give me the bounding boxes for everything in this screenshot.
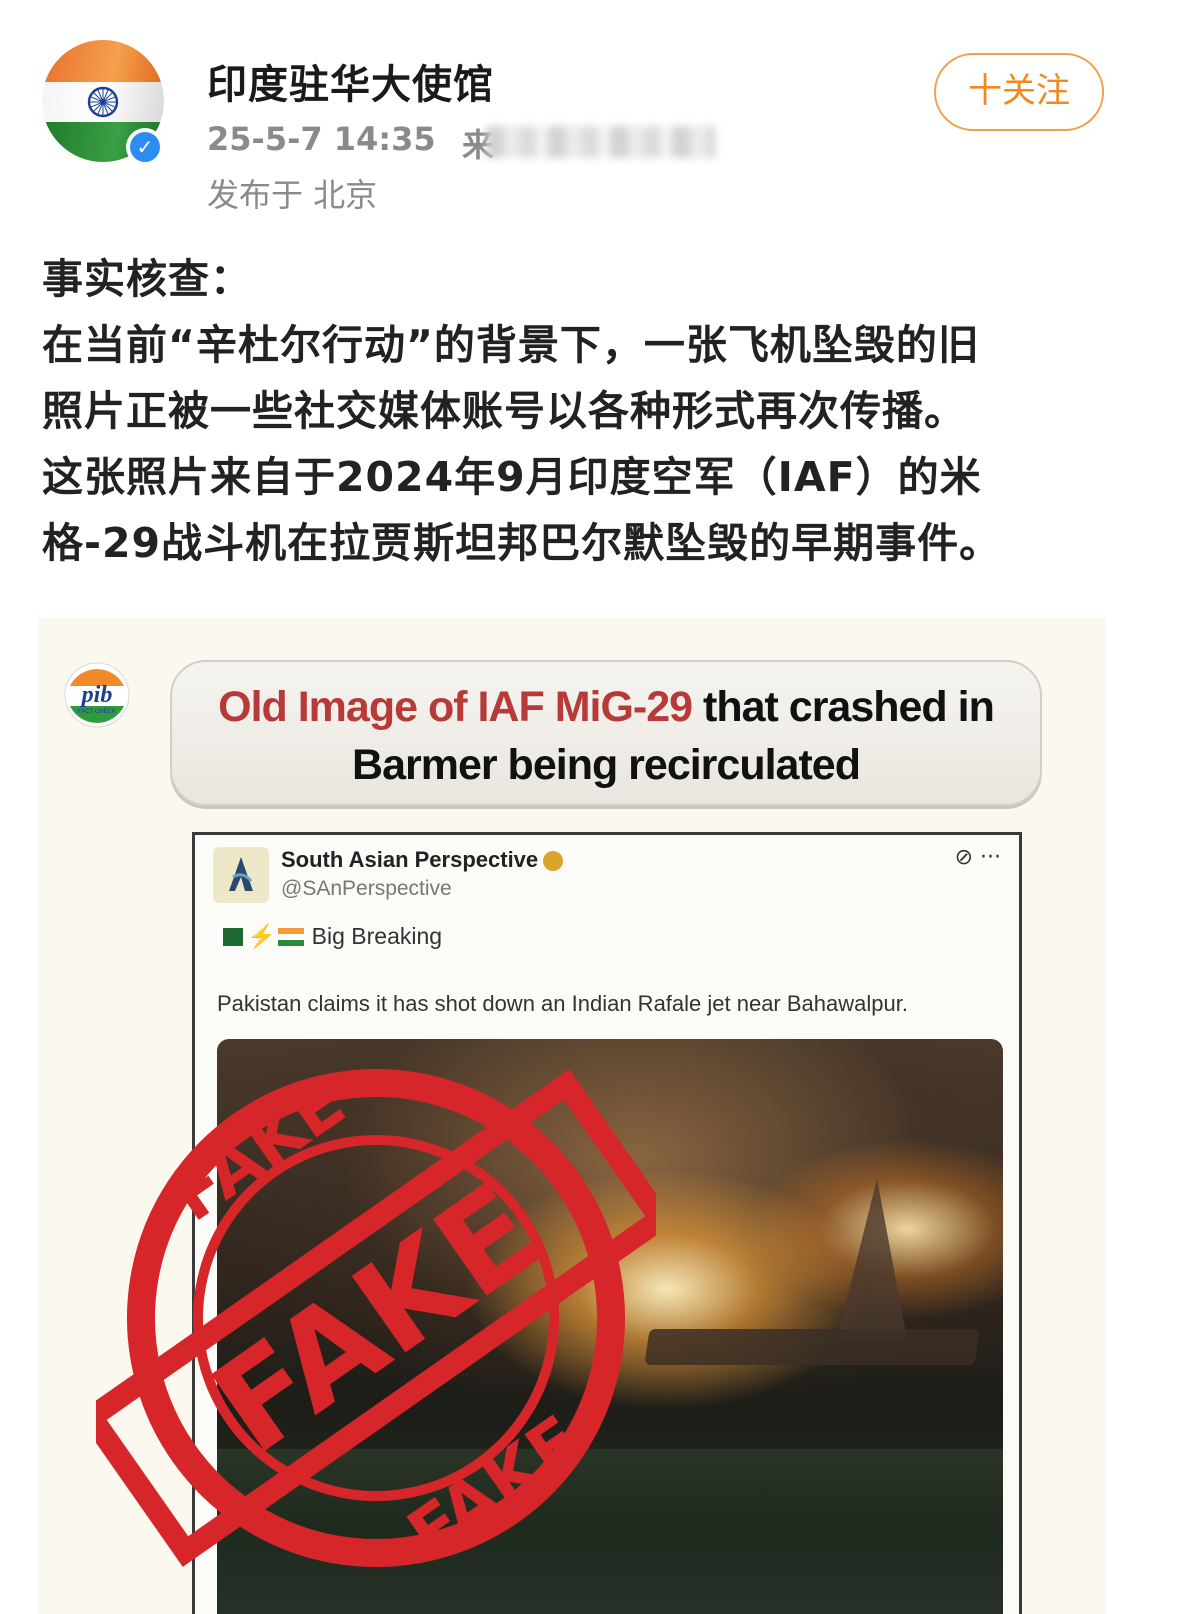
tweet-text: Pakistan claims it has shot down an Indi… <box>217 991 908 1016</box>
headline-black-1: that crashed in <box>692 683 995 731</box>
tweet-options-icon: ⊘ ··· <box>954 845 1001 870</box>
post-line: 这张照片来自于2024年9月印度空军（IAF）的米 <box>42 453 982 501</box>
account-name[interactable]: 印度驻华大使馆 <box>207 52 494 110</box>
headline-black-2: Barmer being recirculated <box>352 741 861 789</box>
tweet-author-name: South Asian Perspective <box>281 847 539 872</box>
india-flag-icon <box>277 928 304 946</box>
follow-button[interactable]: 十关注 <box>934 53 1104 131</box>
post-line: 在当前“辛杜尔行动”的背景下，一张飞机坠毁的旧 <box>42 321 980 369</box>
blurred-source: 来 <box>462 120 716 164</box>
post-image[interactable]: pib FACT CHECK Old Image of IAF MiG-29 t… <box>38 618 1106 1614</box>
post-line: 格-29战斗机在拉贾斯坦邦巴尔默坠毁的早期事件。 <box>42 519 1002 567</box>
tweet-breaking-line: ⚡ Big Breaking <box>217 923 442 950</box>
tweet-avatar-icon <box>213 847 269 903</box>
svg-text:FAKE: FAKE <box>394 1401 595 1575</box>
svg-text:FACT CHECK: FACT CHECK <box>78 709 116 715</box>
post-line: 照片正被一些社交媒体账号以各种形式再次传播。 <box>42 387 966 435</box>
lightning-icon: ⚡ <box>247 923 276 949</box>
tweet-author-handle: @SAnPerspective <box>281 877 452 900</box>
post-line: 事实核查： <box>42 255 252 303</box>
headline-red: Old Image of IAF MiG-29 <box>218 683 693 731</box>
headline-banner: Old Image of IAF MiG-29 that crashed in … <box>170 660 1042 806</box>
post-timestamp: 25-5-7 14:35 <box>207 120 436 158</box>
tweet-breaking-text: Big Breaking <box>311 923 443 949</box>
svg-text:pib: pib <box>80 682 113 708</box>
post-location: 发布于 北京 <box>207 176 378 214</box>
ashoka-chakra-icon <box>87 86 119 118</box>
post-body: 事实核查： 在当前“辛杜尔行动”的背景下，一张飞机坠毁的旧 照片正被一些社交媒体… <box>42 246 1142 576</box>
verified-gold-icon <box>543 851 563 871</box>
pakistan-flag-icon <box>217 928 243 946</box>
fake-stamp: FAKE FAKE FAKE <box>96 1064 656 1575</box>
pib-fact-check-logo: pib FACT CHECK <box>64 662 130 728</box>
verified-badge-icon: ✓ <box>126 128 164 166</box>
